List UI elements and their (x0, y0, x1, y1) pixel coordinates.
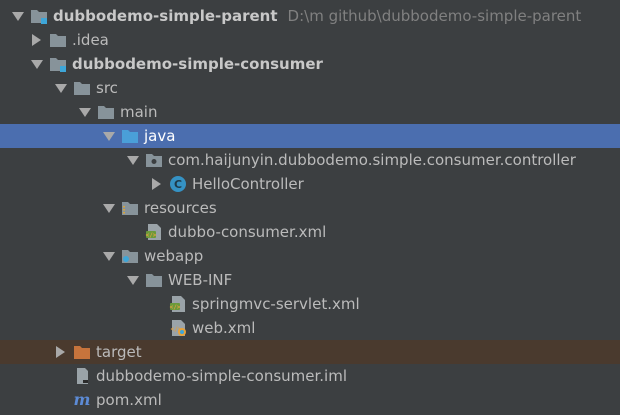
resources-folder-icon (121, 199, 139, 217)
tree-label-hello-controller: HelloController (192, 175, 304, 193)
iml-file-icon (73, 367, 91, 385)
tree-label-main: main (120, 103, 158, 121)
collapse-arrow-icon[interactable] (101, 249, 115, 263)
collapse-arrow-icon[interactable] (101, 129, 115, 143)
tree-label-package: com.haijunyin.dubbodemo.simple.consumer.… (168, 151, 576, 169)
web-folder-icon (121, 247, 139, 265)
spring-xml-icon: </> (145, 223, 163, 241)
collapse-arrow-icon[interactable] (29, 57, 43, 71)
tree-row-main[interactable]: main (0, 100, 620, 124)
tree-row-web-inf[interactable]: WEB-INF (0, 268, 620, 292)
tree-row-consumer[interactable]: dubbodemo-simple-consumer (0, 52, 620, 76)
tree-label-resources: resources (144, 199, 217, 217)
tree-label-src: src (96, 79, 118, 97)
svg-text:</>: </> (170, 304, 181, 311)
tree-row-dubbo-consumer-xml[interactable]: </> dubbo-consumer.xml (0, 220, 620, 244)
tree-label-pom: pom.xml (96, 391, 162, 409)
tree-label-web-xml: web.xml (192, 319, 256, 337)
project-tree: dubbodemo-simple-parent D:\m github\dubb… (0, 4, 620, 412)
tree-row-target[interactable]: target (0, 340, 620, 364)
folder-icon (73, 79, 91, 97)
svg-text:</>: </> (146, 232, 157, 239)
excluded-folder-icon (73, 343, 91, 361)
collapse-arrow-icon[interactable] (101, 201, 115, 215)
tree-row-idea[interactable]: .idea (0, 28, 620, 52)
folder-icon (97, 103, 115, 121)
tree-row-webapp[interactable]: webapp (0, 244, 620, 268)
java-class-icon: C (169, 175, 187, 193)
maven-icon: m (73, 391, 91, 409)
spring-xml-icon: </> (169, 295, 187, 313)
tree-row-root[interactable]: dubbodemo-simple-parent D:\m github\dubb… (0, 4, 620, 28)
collapse-arrow-icon[interactable] (10, 9, 24, 23)
expand-arrow-icon[interactable] (53, 345, 67, 359)
tree-row-springmvc-servlet-xml[interactable]: </> springmvc-servlet.xml (0, 292, 620, 316)
source-root-folder-icon (121, 127, 139, 145)
module-folder-icon (49, 55, 67, 73)
tree-label-webapp: webapp (144, 247, 204, 265)
collapse-arrow-icon[interactable] (125, 273, 139, 287)
expand-arrow-icon[interactable] (149, 177, 163, 191)
module-folder-icon (30, 7, 48, 25)
package-icon (145, 151, 163, 169)
svg-text:m: m (74, 391, 91, 409)
tree-label-target: target (96, 343, 142, 361)
tree-label-consumer: dubbodemo-simple-consumer (72, 55, 323, 73)
tree-row-src[interactable]: src (0, 76, 620, 100)
tree-row-java[interactable]: java (0, 124, 620, 148)
tree-label-springmvc-servlet-xml: springmvc-servlet.xml (192, 295, 360, 313)
tree-label-idea: .idea (72, 31, 109, 49)
tree-row-iml[interactable]: dubbodemo-simple-consumer.iml (0, 364, 620, 388)
folder-icon (49, 31, 67, 49)
project-path: D:\m github\dubbodemo-simple-parent (287, 7, 582, 25)
tree-row-resources[interactable]: resources (0, 196, 620, 220)
tree-row-package[interactable]: com.haijunyin.dubbodemo.simple.consumer.… (0, 148, 620, 172)
expand-arrow-icon[interactable] (29, 33, 43, 47)
tree-label-root: dubbodemo-simple-parent (53, 7, 278, 25)
collapse-arrow-icon[interactable] (77, 105, 91, 119)
tree-label-web-inf: WEB-INF (168, 271, 233, 289)
folder-icon (145, 271, 163, 289)
tree-label-dubbo-consumer-xml: dubbo-consumer.xml (168, 223, 327, 241)
tree-row-web-xml[interactable]: </> web.xml (0, 316, 620, 340)
tree-row-pom[interactable]: m pom.xml (0, 388, 620, 412)
tree-label-java: java (144, 127, 176, 145)
collapse-arrow-icon[interactable] (125, 153, 139, 167)
tree-row-hello-controller[interactable]: C HelloController (0, 172, 620, 196)
svg-text:C: C (174, 178, 182, 191)
tree-label-iml: dubbodemo-simple-consumer.iml (96, 367, 348, 385)
web-xml-icon: </> (169, 319, 187, 337)
collapse-arrow-icon[interactable] (53, 81, 67, 95)
